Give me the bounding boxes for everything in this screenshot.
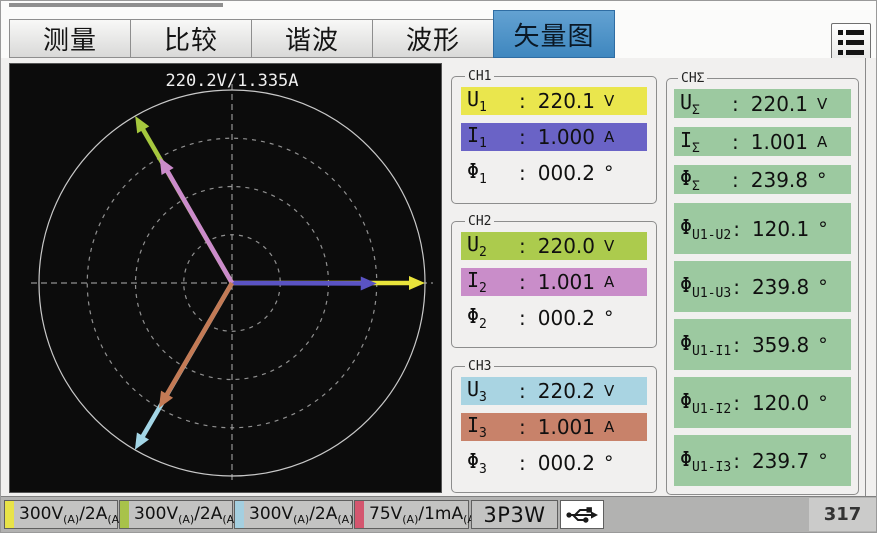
- value-row-u3: U3: 220.2V: [461, 377, 647, 405]
- value-row-phi-u1-i1: ΦU1-I1: 359.8°: [674, 319, 851, 370]
- value-row-phi-u1-u3: ΦU1-U3: 239.8°: [674, 261, 851, 312]
- tab-vector-diagram[interactable]: 矢量图: [493, 10, 615, 58]
- range-box-ch1[interactable]: 300V(A)/2A(A): [4, 500, 118, 529]
- value-row-phi-sigma: ΦΣ: 239.8°: [674, 165, 851, 194]
- value-row-u2: U2: 220.0V: [461, 232, 647, 260]
- status-bar: 300V(A)/2A(A) 300V(A)/2A(A) 300V(A)/2A(A…: [1, 496, 876, 532]
- channel-legend: CH3: [465, 359, 494, 374]
- ch1-color-chip: [5, 501, 14, 528]
- value-row-i1: I1: 1.000A: [461, 123, 647, 151]
- vector-svg: 220.2V/1.335A: [10, 64, 441, 492]
- value-row-u1: U1: 220.1V: [461, 87, 647, 115]
- range-box-ch2[interactable]: 300V(A)/2A(A): [119, 500, 233, 529]
- main-content: 220.2V/1.335A CH1 U1: 220.1V I1: 1.000A …: [1, 58, 876, 496]
- value-row-u-sigma: UΣ: 220.1V: [674, 89, 851, 118]
- value-row-i-sigma: IΣ: 1.001A: [674, 127, 851, 156]
- channel-legend: CH2: [465, 214, 494, 229]
- ch2-color-chip: [120, 501, 129, 528]
- value-row-phi-u1-i3: ΦU1-I3: 239.7°: [674, 435, 851, 486]
- value-row-i2: I2: 1.001A: [461, 268, 647, 296]
- menu-button[interactable]: [831, 23, 871, 62]
- usb-icon: [565, 505, 599, 525]
- channel-panel-sum: CHΣ UΣ: 220.1V IΣ: 1.001A ΦΣ: 239.8° ΦU1…: [666, 71, 859, 495]
- value-row-phi1: Φ1: 000.2°: [461, 159, 647, 187]
- vector-diagram-panel: 220.2V/1.335A: [9, 63, 442, 493]
- channel-legend: CHΣ: [678, 71, 707, 86]
- tab-waveform[interactable]: 波形: [372, 19, 494, 58]
- power-analyzer-screen: 测量 比较 谐波 波形 矢量图 220.2V/1.335A CH1 U1: 22…: [0, 0, 877, 533]
- wiring-mode-box[interactable]: 3P3W: [471, 500, 558, 529]
- tab-bar: 测量 比较 谐波 波形 矢量图: [1, 10, 876, 58]
- value-row-phi2: Φ2: 000.2°: [461, 304, 647, 332]
- value-row-phi-u1-i2: ΦU1-I2: 120.0°: [674, 377, 851, 428]
- value-row-i3: I3: 1.001A: [461, 413, 647, 441]
- panel-right-edge: [865, 58, 866, 496]
- value-row-phi3: Φ3: 000.2°: [461, 449, 647, 477]
- channel-panel-ch2: CH2 U2: 220.0V I2: 1.001A Φ2: 000.2°: [451, 214, 657, 348]
- channel-panel-ch3: CH3 U3: 220.2V I3: 1.001A Φ3: 000.2°: [451, 359, 657, 493]
- ch3-color-chip: [235, 501, 244, 528]
- tab-measure[interactable]: 测量: [9, 19, 131, 58]
- value-row-phi-u1-u2: ΦU1-U2: 120.1°: [674, 203, 851, 254]
- page-number: 317: [809, 498, 876, 531]
- range-box-ch4[interactable]: 75V(A)/1mA(A): [354, 500, 469, 529]
- usb-status-box: [560, 500, 604, 529]
- top-strip: [1, 1, 876, 10]
- tab-harmonics[interactable]: 谐波: [251, 19, 373, 58]
- channel-legend: CH1: [465, 69, 494, 84]
- range-box-ch3[interactable]: 300V(A)/2A(A): [234, 500, 353, 529]
- ch4-color-chip: [355, 501, 364, 528]
- scroll-indicator: [9, 3, 223, 7]
- tab-compare[interactable]: 比较: [130, 19, 252, 58]
- channel-panel-ch1: CH1 U1: 220.1V I1: 1.000A Φ1: 000.2°: [451, 69, 657, 204]
